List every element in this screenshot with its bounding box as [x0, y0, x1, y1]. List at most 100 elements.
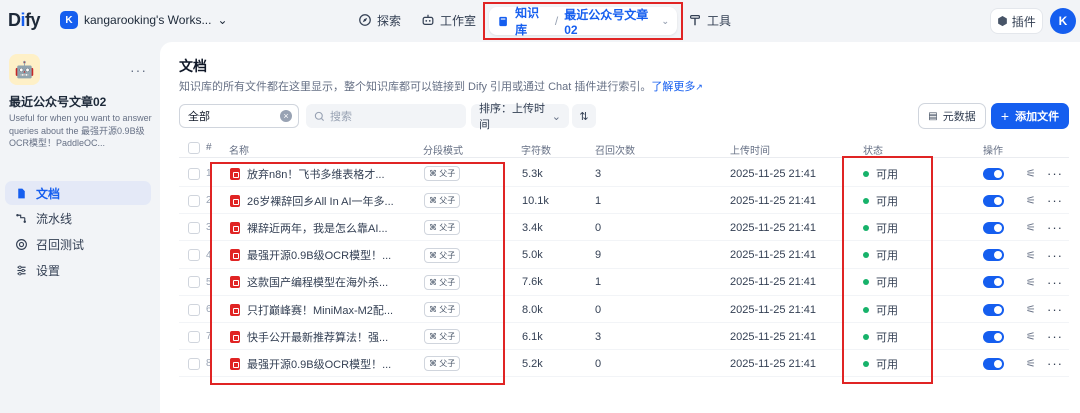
- chunk-settings-icon[interactable]: ⚟: [1026, 269, 1036, 296]
- sort-select[interactable]: 排序：上传时间 ⌄: [471, 103, 569, 131]
- metadata-label: 元数据: [942, 111, 976, 123]
- chunk-settings-icon[interactable]: ⚟: [1026, 242, 1036, 269]
- more-actions-icon[interactable]: ···: [1047, 242, 1063, 269]
- status-filter-select[interactable]: 全部 ×: [179, 104, 299, 128]
- chunk-mode-cell: ⌘ 父子: [424, 350, 461, 377]
- char-count: 6.1k: [522, 330, 543, 343]
- document-name-cell[interactable]: 只打巅峰赛！MiniMax-M2配...: [230, 296, 393, 323]
- search-input[interactable]: 搜索: [306, 104, 466, 128]
- more-icon[interactable]: ···: [130, 62, 147, 78]
- row-checkbox[interactable]: [188, 214, 200, 241]
- sort-label: 排序：上传时间: [479, 103, 545, 131]
- file-icon: [18, 188, 25, 198]
- documents-panel: 文档 知识库的所有文件都在这里显示，整个知识库都可以链接到 Dify 引用或通过…: [160, 42, 1080, 413]
- row-checkbox[interactable]: [188, 296, 200, 323]
- workspace-switcher[interactable]: K kangarooking's Works... ⌄: [60, 11, 228, 29]
- document-name-cell[interactable]: 裸辞近两年，我是怎么靠AI...: [230, 214, 388, 241]
- more-actions-icon[interactable]: ···: [1047, 214, 1063, 241]
- workspace-avatar: K: [60, 11, 78, 29]
- char-count: 5.3k: [522, 167, 543, 180]
- more-actions-icon[interactable]: ···: [1047, 323, 1063, 350]
- table-row[interactable]: 7 快手公开最新推荐算法！强... ⌘ 父子 6.1k 3 2025-11-25 21:4…: [179, 323, 1069, 351]
- page-subtitle: 知识库的所有文件都在这里显示，整个知识库都可以链接到 Dify 引用或通过 Ch…: [179, 78, 703, 94]
- parent-child-icon: ⌘: [429, 223, 440, 233]
- table-row[interactable]: 1 放弃n8n！飞书多维表格才... ⌘ 父子 5.3k 3 2025-11-25 21:…: [179, 160, 1069, 187]
- col-chars[interactable]: 字符数: [521, 142, 551, 157]
- plugins-button[interactable]: ⬢ 插件: [990, 8, 1043, 34]
- chunk-mode-label: 父子: [439, 305, 456, 314]
- row-checkbox[interactable]: [188, 242, 200, 269]
- sort-direction-button[interactable]: ⇅: [572, 104, 596, 128]
- enable-toggle[interactable]: [983, 160, 1004, 187]
- chunk-settings-icon[interactable]: ⚟: [1026, 214, 1036, 241]
- learn-more-link[interactable]: 了解更多: [651, 81, 695, 93]
- row-checkbox[interactable]: [188, 269, 200, 296]
- document-name-cell[interactable]: 26岁裸辞回乡All In AI一年多...: [230, 187, 394, 214]
- more-actions-icon[interactable]: ···: [1047, 160, 1063, 187]
- table-row[interactable]: 5 这款国产编程模型在海外杀... ⌘ 父子 7.6k 1 2025-11-25 21:4…: [179, 269, 1069, 296]
- chunk-settings-icon[interactable]: ⚟: [1026, 160, 1036, 187]
- table-row[interactable]: 8 最强开源0.9B级OCR模型！... ⌘ 父子 5.2k 0 2025-11-25 2…: [179, 350, 1069, 378]
- breadcrumb-separator: /: [554, 14, 559, 28]
- more-actions-icon[interactable]: ···: [1047, 350, 1063, 377]
- add-file-button[interactable]: + 添加文件: [991, 103, 1069, 129]
- current-dataset-crumb[interactable]: 最近公众号文章02: [564, 6, 655, 37]
- dify-logo[interactable]: Dify: [8, 10, 41, 31]
- more-actions-icon[interactable]: ···: [1047, 187, 1063, 214]
- chunk-settings-icon[interactable]: ⚟: [1026, 350, 1036, 377]
- col-name[interactable]: 名称: [229, 142, 249, 157]
- plugins-label: 插件: [1011, 14, 1036, 29]
- col-uploaded[interactable]: 上传时间: [730, 142, 770, 157]
- status-label: 可用: [876, 222, 898, 235]
- more-actions-icon[interactable]: ···: [1047, 296, 1063, 323]
- row-checkbox[interactable]: [188, 350, 200, 377]
- enable-toggle[interactable]: [983, 187, 1004, 214]
- chunk-settings-icon[interactable]: ⚟: [1026, 323, 1036, 350]
- top-bar: Dify K kangarooking's Works... ⌄ 探索 工作室 …: [0, 0, 1080, 42]
- char-count: 5.0k: [522, 249, 543, 262]
- sort-order-icon: ⇅: [579, 110, 589, 123]
- nav-knowledge[interactable]: 知识库 / 最近公众号文章02 ⌄: [489, 6, 677, 37]
- plus-icon: +: [1000, 108, 1010, 124]
- row-checkbox[interactable]: [188, 323, 200, 350]
- enable-toggle[interactable]: [983, 296, 1004, 323]
- col-hits[interactable]: 召回次数: [595, 142, 635, 157]
- status-dot: [863, 252, 869, 259]
- document-name-cell[interactable]: 放弃n8n！飞书多维表格才...: [230, 160, 385, 187]
- subtitle-text: 知识库的所有文件都在这里显示，整个知识库都可以链接到 Dify 引用或通过 Ch…: [179, 81, 652, 93]
- parent-child-icon: ⌘: [429, 332, 440, 342]
- user-avatar[interactable]: K: [1050, 8, 1076, 34]
- document-name-cell[interactable]: 这款国产编程模型在海外杀...: [230, 269, 388, 296]
- chunk-settings-icon[interactable]: ⚟: [1026, 296, 1036, 323]
- sidebar-item-settings[interactable]: 设置: [5, 258, 151, 282]
- row-checkbox[interactable]: [188, 160, 200, 187]
- select-all-checkbox[interactable]: [188, 142, 200, 154]
- table-row[interactable]: 3 裸辞近两年，我是怎么靠AI... ⌘ 父子 3.4k 0 2025-11-25 21:…: [179, 214, 1069, 242]
- more-actions-icon[interactable]: ···: [1047, 269, 1063, 296]
- sidebar-item-retrieval-test[interactable]: 召回测试: [5, 232, 151, 256]
- clear-icon[interactable]: ×: [280, 110, 292, 122]
- enable-toggle[interactable]: [983, 350, 1004, 377]
- sidebar-item-label: 设置: [36, 263, 61, 278]
- metadata-button[interactable]: ▤ 元数据: [918, 103, 986, 129]
- row-checkbox[interactable]: [188, 187, 200, 214]
- document-name-cell[interactable]: 快手公开最新推荐算法！强...: [230, 323, 388, 350]
- table-row[interactable]: 6 只打巅峰赛！MiniMax-M2配... ⌘ 父子 8.0k 0 2025-11-25…: [179, 296, 1069, 323]
- nav-explore[interactable]: 探索: [358, 9, 401, 31]
- chevron-down-icon: ⌄: [217, 13, 228, 27]
- chunk-mode-tag: ⌘ 父子: [424, 356, 461, 372]
- enable-toggle[interactable]: [983, 323, 1004, 350]
- document-name-cell[interactable]: 最强开源0.9B级OCR模型！...: [230, 350, 391, 377]
- document-name-cell[interactable]: 最强开源0.9B级OCR模型！...: [230, 242, 391, 269]
- nav-tools[interactable]: 工具: [688, 9, 731, 31]
- sidebar-item-pipeline[interactable]: 流水线: [5, 206, 151, 230]
- enable-toggle[interactable]: [983, 214, 1004, 241]
- sidebar-item-documents[interactable]: 文档: [5, 181, 151, 205]
- enable-toggle[interactable]: [983, 269, 1004, 296]
- enable-toggle[interactable]: [983, 242, 1004, 269]
- chunk-mode-tag: ⌘ 父子: [424, 247, 461, 263]
- table-row[interactable]: 2 26岁裸辞回乡All In AI一年多... ⌘ 父子 10.1k 1 2025-11…: [179, 187, 1069, 215]
- nav-studio[interactable]: 工作室: [421, 9, 476, 31]
- chunk-settings-icon[interactable]: ⚟: [1026, 187, 1036, 214]
- table-row[interactable]: 4 最强开源0.9B级OCR模型！... ⌘ 父子 5.0k 9 2025-11-25 2…: [179, 242, 1069, 269]
